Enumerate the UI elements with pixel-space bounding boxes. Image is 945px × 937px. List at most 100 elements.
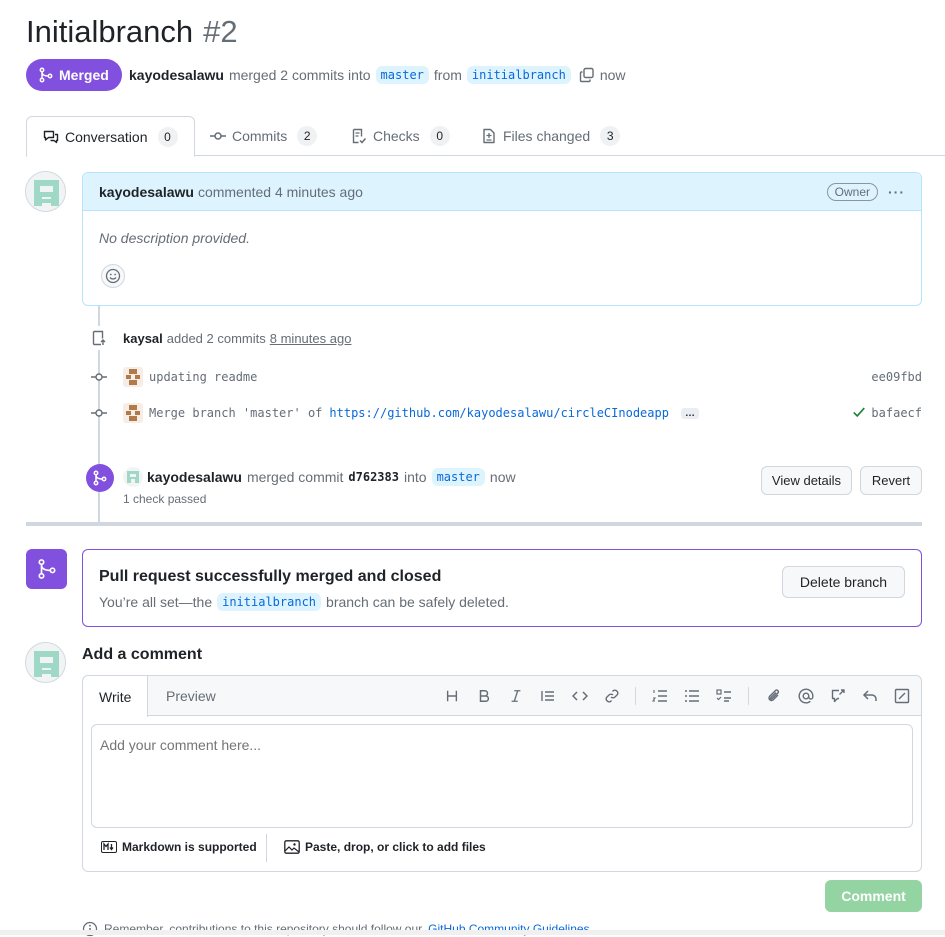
tab-counter: 0 [157, 126, 178, 147]
page-bottom-edge [0, 930, 945, 935]
tab-label: Conversation [65, 128, 148, 145]
toolbar-divider [748, 687, 749, 705]
commit-sha-link[interactable]: ee09fbd [871, 370, 922, 384]
identicon-avatar [26, 172, 65, 211]
comment-textarea[interactable] [91, 724, 913, 828]
commit-message-link[interactable]: updating readme [149, 370, 257, 384]
comment-editor: Write Preview Markdown is supported Past… [82, 675, 922, 872]
ordered-list-icon[interactable] [650, 686, 670, 706]
commit-sha-link[interactable]: bafaecf [871, 406, 922, 420]
tab-label: Files changed [503, 128, 591, 144]
file-diff-icon [483, 128, 495, 144]
heading-icon[interactable] [442, 686, 462, 706]
avatar[interactable] [25, 171, 66, 212]
pr-tabs: Conversation 0 Commits 2 Checks 0 Files … [26, 116, 945, 157]
add-comment-heading: Add a comment [82, 646, 203, 663]
markdown-note: Markdown is supported [122, 840, 257, 854]
attach-note: Paste, drop, or click to add files [305, 840, 486, 854]
merge-action: merged commit [246, 469, 344, 485]
commits-added-event: kaysal added 2 commits 8 minutes ago [87, 326, 487, 350]
git-commit-icon [91, 373, 107, 381]
italic-icon[interactable] [506, 686, 526, 706]
merged-box-icon [26, 549, 67, 589]
pr-time: now [599, 67, 626, 83]
identicon-avatar [26, 643, 65, 682]
merge-icon [39, 67, 53, 83]
merge-time: now [489, 469, 516, 485]
toolbar-divider [635, 687, 636, 705]
pr-author-link[interactable]: kayodesalawu [129, 67, 224, 83]
commit-message-url-link[interactable]: https://github.com/kayodesalawu/circleCI… [329, 406, 669, 420]
tab-write[interactable]: Write [83, 676, 149, 717]
tab-checks[interactable]: Checks 0 [351, 116, 450, 156]
merged-status-badge: Merged [26, 59, 122, 91]
tab-commits[interactable]: Commits 2 [210, 116, 318, 156]
comment-author[interactable]: kayodesalawu [99, 184, 194, 200]
merge-status-title: Pull request successfully merged and clo… [99, 568, 442, 585]
commits-time[interactable]: 8 minutes ago [270, 331, 352, 346]
fullscreen-edit-icon[interactable] [892, 686, 912, 706]
code-icon[interactable] [570, 686, 590, 706]
status-label: Merged [59, 67, 109, 83]
commit-author-avatar[interactable] [123, 403, 143, 423]
pr-number: #2 [203, 14, 238, 49]
commit-message-prefix[interactable]: Merge branch 'master' of [149, 406, 322, 420]
merge-event-icon [86, 464, 114, 492]
owner-badge: Owner [826, 182, 878, 201]
base-branch-label[interactable]: master [375, 66, 429, 84]
pr-title: Initialbranch [26, 14, 194, 49]
tab-preview[interactable]: Preview [166, 676, 216, 716]
head-branch-label[interactable]: initialbranch [466, 66, 571, 84]
reply-icon[interactable] [860, 686, 880, 706]
link-icon[interactable] [602, 686, 622, 706]
markdown-supported-link[interactable]: Markdown is supported [101, 840, 257, 854]
check-icon[interactable] [852, 405, 866, 422]
editor-tabs: Write Preview [83, 676, 921, 717]
paperclip-icon[interactable] [764, 686, 784, 706]
tab-counter: 0 [429, 126, 450, 146]
commits-user[interactable]: kaysal [123, 331, 163, 346]
tab-files-changed[interactable]: Files changed 3 [481, 116, 621, 156]
footer-divider [266, 834, 267, 862]
tab-counter: 3 [600, 126, 621, 146]
delete-branch-button[interactable]: Delete branch [782, 566, 905, 598]
status-suffix: branch can be safely deleted. [326, 594, 509, 610]
comment-body: No description provided. [99, 230, 250, 246]
markdown-icon [101, 841, 117, 853]
pr-meta: kayodesalawu merged 2 commits into maste… [129, 66, 626, 84]
copy-icon[interactable] [579, 67, 595, 83]
checks-passed-text[interactable]: 1 check passed [123, 492, 206, 506]
head-branch-label[interactable]: initialbranch [217, 593, 322, 611]
commit-author-avatar[interactable] [123, 367, 143, 387]
mention-icon[interactable] [796, 686, 816, 706]
merge-status-box: Pull request successfully merged and clo… [82, 549, 922, 627]
tab-conversation[interactable]: Conversation 0 [26, 116, 195, 157]
expand-commit-message-button[interactable]: … [680, 407, 699, 419]
avatar[interactable] [25, 642, 66, 683]
tasklist-icon[interactable] [714, 686, 734, 706]
git-commit-icon [210, 132, 226, 140]
view-details-button[interactable]: View details [761, 466, 852, 495]
merge-base-branch[interactable]: master [431, 468, 485, 486]
revert-button[interactable]: Revert [860, 466, 922, 495]
tab-label: Checks [373, 128, 420, 144]
unordered-list-icon[interactable] [682, 686, 702, 706]
bold-icon[interactable] [474, 686, 494, 706]
git-commit-icon [91, 409, 107, 417]
attach-files-button[interactable]: Paste, drop, or click to add files [284, 840, 486, 854]
kebab-horizontal-icon[interactable]: ··· [888, 184, 905, 200]
image-icon [284, 840, 300, 854]
cross-reference-icon[interactable] [828, 686, 848, 706]
comment-submit-button[interactable]: Comment [825, 880, 922, 912]
quote-icon[interactable] [538, 686, 558, 706]
avatar[interactable] [123, 467, 143, 487]
merge-commit-sha-link[interactable]: d762383 [348, 470, 399, 484]
add-reaction-button[interactable] [101, 264, 125, 288]
from-text: from [433, 67, 462, 83]
git-merge-icon [93, 470, 107, 486]
merge-user[interactable]: kayodesalawu [147, 469, 242, 485]
status-prefix: You’re all set—the [99, 594, 213, 610]
pr-description-comment: kayodesalawu commented 4 minutes ago Own… [82, 172, 922, 306]
comment-time: commented 4 minutes ago [197, 183, 363, 200]
merge-event: kayodesalawu merged commit d762383 into … [123, 467, 516, 487]
